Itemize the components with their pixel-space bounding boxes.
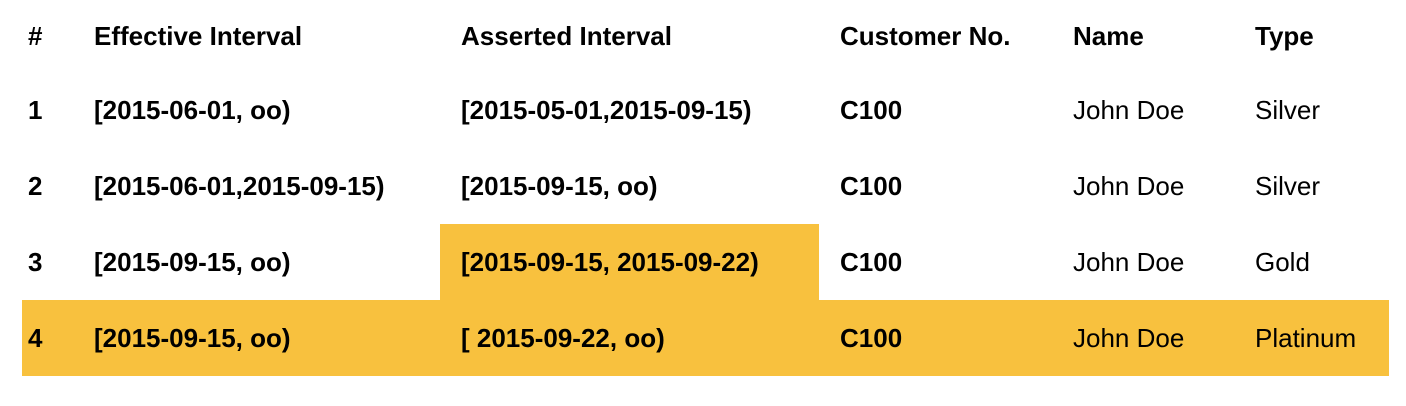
header-asserted-interval: Asserted Interval xyxy=(461,20,672,51)
asserted-interval: [2015-05-01,2015-09-15) xyxy=(461,94,752,125)
customer-name: John Doe xyxy=(1073,246,1185,277)
table-header-row: # Effective Interval Asserted Interval C… xyxy=(22,0,1389,72)
customer-no: C100 xyxy=(840,322,903,353)
customer-no: C100 xyxy=(840,94,903,125)
customer-name: John Doe xyxy=(1073,94,1185,125)
header-type: Type xyxy=(1255,20,1314,51)
row-num: 4 xyxy=(28,322,43,353)
table-row: 1 [2015-06-01, oo) [2015-05-01,2015-09-1… xyxy=(22,72,1389,148)
header-name: Name xyxy=(1073,20,1144,51)
row-num: 2 xyxy=(28,170,43,201)
table-row-highlighted: 4 [2015-09-15, oo) [ 2015-09-22, oo) C10… xyxy=(22,300,1389,376)
header-num: # xyxy=(28,20,43,51)
asserted-interval-highlighted: [2015-09-15, 2015-09-22) xyxy=(440,224,819,300)
customer-bitemporal-table: # Effective Interval Asserted Interval C… xyxy=(22,0,1389,376)
customer-type: Silver xyxy=(1255,94,1321,125)
customer-type: Gold xyxy=(1255,246,1310,277)
effective-interval: [2015-06-01,2015-09-15) xyxy=(94,170,385,201)
asserted-interval: [2015-09-15, oo) xyxy=(461,170,658,201)
effective-interval: [2015-09-15, oo) xyxy=(94,246,291,277)
header-effective-interval: Effective Interval xyxy=(94,20,303,51)
table-row: 3 [2015-09-15, oo) [2015-09-15, 2015-09-… xyxy=(22,224,1389,300)
asserted-interval: [ 2015-09-22, oo) xyxy=(461,322,665,353)
customer-name: John Doe xyxy=(1073,322,1185,353)
row-num: 1 xyxy=(28,94,43,125)
row-num: 3 xyxy=(28,246,43,277)
customer-type: Silver xyxy=(1255,170,1321,201)
customer-name: John Doe xyxy=(1073,170,1185,201)
effective-interval: [2015-06-01, oo) xyxy=(94,94,291,125)
customer-no: C100 xyxy=(840,170,903,201)
customer-type: Platinum xyxy=(1255,322,1357,353)
header-customer-no: Customer No. xyxy=(840,20,1011,51)
table-row: 2 [2015-06-01,2015-09-15) [2015-09-15, o… xyxy=(22,148,1389,224)
customer-no: C100 xyxy=(840,246,903,277)
effective-interval: [2015-09-15, oo) xyxy=(94,322,291,353)
